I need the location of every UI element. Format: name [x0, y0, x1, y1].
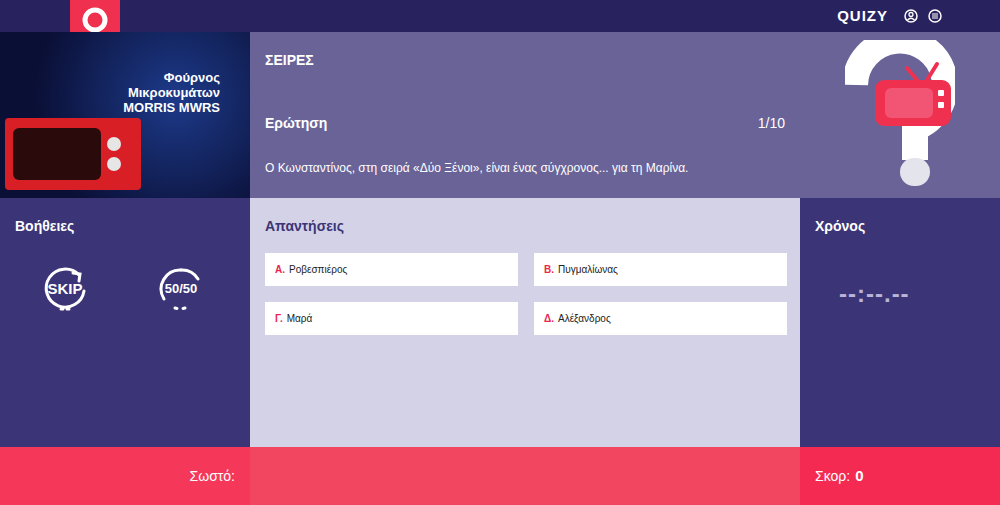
question-counter: 1/10: [758, 113, 785, 134]
answer-letter: Γ.: [275, 311, 283, 326]
menu-icon[interactable]: [928, 9, 942, 23]
timer-value: --:--.--: [839, 276, 1000, 312]
answer-option[interactable]: Β. Πυγμαλίωνας: [534, 253, 787, 286]
answer-option[interactable]: Δ. Αλέξανδρος: [534, 302, 787, 335]
quiz-page: QUIZYΦούρνοςΜικροκυμάτωνMORRIS MWRSΣΕΙΡΕ…: [0, 0, 1000, 505]
timer-title: Χρόνος: [815, 216, 1000, 236]
question-text: Ο Κωνσταντίνος, στη σειρά «Δύο Ξένοι», ε…: [265, 158, 785, 178]
answer-text: Πυγμαλίωνας: [558, 262, 618, 277]
logo[interactable]: QUIZY: [837, 5, 888, 28]
ad-title-line: MORRIS MWRS: [123, 100, 220, 115]
ad-title-line: Φούρνος: [164, 70, 220, 85]
timer-panel: Χρόνος --:--.--: [800, 198, 1000, 447]
answer-option[interactable]: Γ. Μαρά: [265, 302, 518, 335]
ad-banner[interactable]: ΦούρνοςΜικροκυμάτωνMORRIS MWRS: [0, 32, 250, 198]
user-icon[interactable]: [904, 9, 918, 23]
answer-text: Αλέξανδρος: [558, 311, 611, 326]
question-label: Ερώτηση: [265, 113, 327, 134]
answer-text: Μαρά: [287, 311, 313, 326]
answer-option[interactable]: Α. Ροβεσπιέρος: [265, 253, 518, 286]
category-title: ΣΕΙΡΕΣ: [265, 50, 785, 70]
footer-middle: [250, 447, 800, 505]
help-label: SKIP: [47, 278, 82, 301]
microwave-image: [5, 118, 141, 190]
skip-button[interactable]: SKIP: [39, 263, 91, 315]
ad-title-line: Μικροκυμάτων: [128, 85, 220, 100]
tv-question-mark-icon: [845, 40, 955, 190]
answer-letter: Α.: [275, 262, 285, 277]
answer-letter: Δ.: [544, 311, 554, 326]
helps-title: Βοήθειες: [15, 216, 250, 236]
score-label: Σκορ:: [815, 466, 850, 487]
correct-label: Σωστό:: [190, 466, 235, 487]
answers-title: Απαντήσεις: [265, 216, 787, 236]
answers-panel: Απαντήσεις Α. Ροβεσπιέρος Β. Πυγμαλίωνας Γ. Μα…: [250, 198, 800, 447]
fifty-fifty-button[interactable]: 50/50: [155, 263, 207, 315]
help-label: 50/50: [165, 279, 198, 299]
question-panel: ΣΕΙΡΕΣ Ερώτηση 1/10 Ο Κωνσταντίνος, στη σει…: [250, 32, 800, 198]
helps-panel: Βοήθειες SKIP 50/50: [0, 198, 250, 447]
top-bar: QUIZY: [0, 0, 1000, 32]
answer-letter: Β.: [544, 262, 554, 277]
answer-text: Ροβεσπιέρος: [289, 262, 347, 277]
score-value: 0: [855, 465, 863, 488]
